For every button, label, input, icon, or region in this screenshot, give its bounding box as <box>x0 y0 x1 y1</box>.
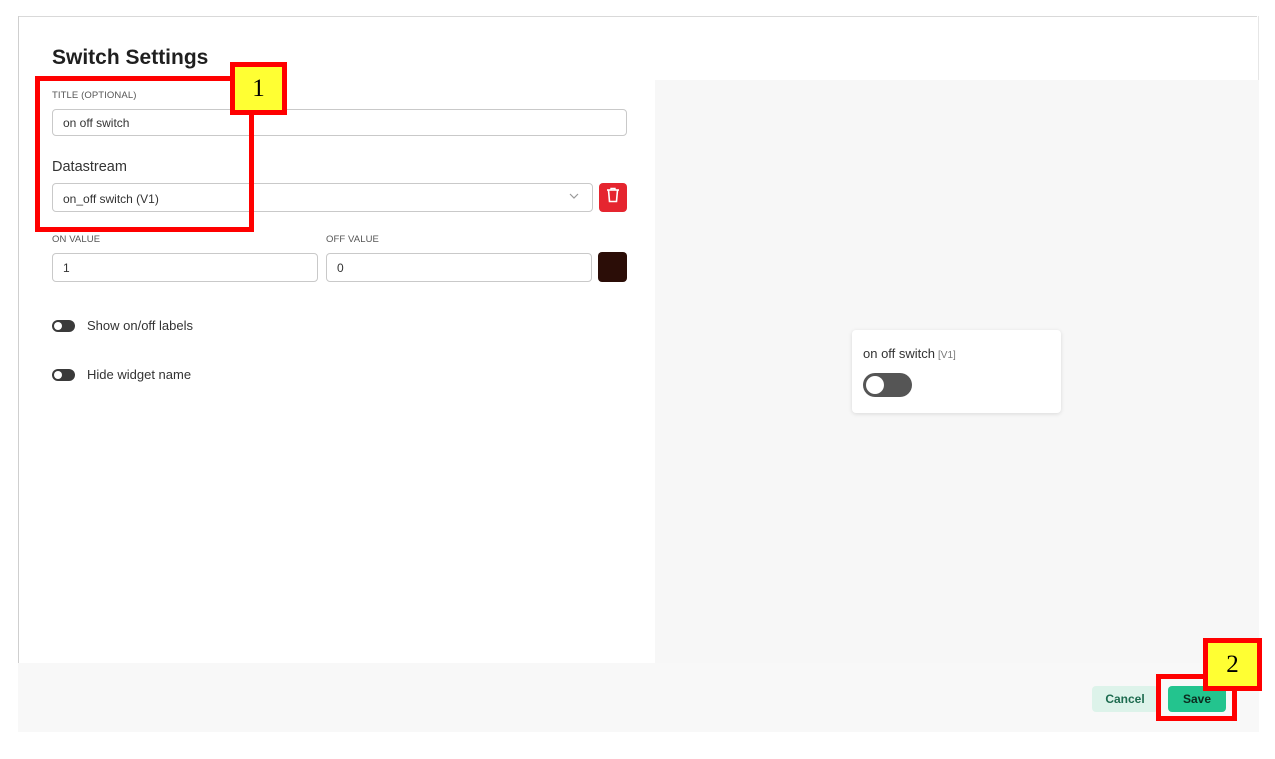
top-divider <box>18 16 1257 17</box>
on-value-label: ON VALUE <box>52 234 101 245</box>
left-border <box>18 16 19 732</box>
show-labels-toggle[interactable] <box>52 319 75 332</box>
annotation-tag-2: 2 <box>1203 638 1262 691</box>
annotation-box-1 <box>35 76 254 232</box>
annotation-tag-1: 1 <box>230 62 287 115</box>
color-picker-swatch[interactable] <box>598 252 627 282</box>
cancel-button[interactable]: Cancel <box>1092 686 1158 712</box>
page-title: Switch Settings <box>52 46 209 69</box>
widget-preview-switch[interactable] <box>863 373 912 397</box>
trash-icon <box>606 187 620 208</box>
hide-name-toggle[interactable] <box>52 368 75 381</box>
widget-preview-title: on off switch [V1] <box>863 346 956 361</box>
show-labels-text: Show on/off labels <box>87 318 193 333</box>
off-value-input[interactable] <box>326 253 592 282</box>
dialog-footer <box>18 663 1259 732</box>
chevron-down-icon <box>568 189 580 206</box>
hide-name-text: Hide widget name <box>87 367 192 382</box>
show-labels-toggle-row[interactable]: Show on/off labels <box>52 318 193 333</box>
hide-name-toggle-row[interactable]: Hide widget name <box>52 367 191 382</box>
widget-datastream-tag: [V1] <box>938 350 956 361</box>
on-value-input[interactable] <box>52 253 318 282</box>
delete-datastream-button[interactable] <box>599 183 627 212</box>
widget-name: on off switch <box>863 346 936 361</box>
off-value-label: OFF VALUE <box>326 234 379 245</box>
widget-preview-card: on off switch [V1] <box>852 330 1061 413</box>
